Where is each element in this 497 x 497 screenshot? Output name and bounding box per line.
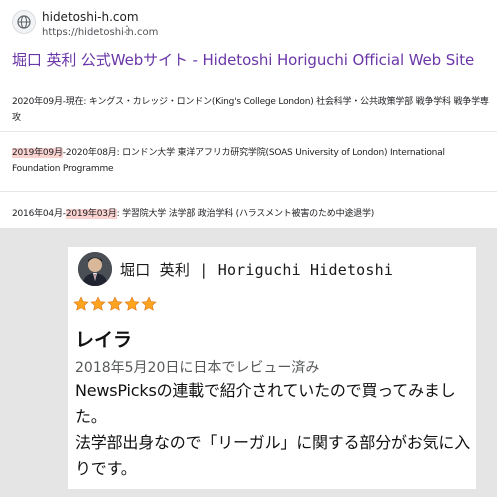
star-icon [90,296,106,311]
review-paragraph: 法学部出身なので「リーガル」に関する部分がお気に入りです。 [75,433,471,478]
snippet-text: : 学習院大学 法学部 政治学科 (ハラスメント被害のため中途退学) [116,209,375,219]
snippet-line-1: 2020年09月-現在: キングス・カレッジ・ロンドン(King's Colle… [12,94,490,126]
review-paragraph: NewsPicksの連載で紹介されていたので買ってみました。 [75,381,456,426]
snippet-line-3: 2016年04月-2019年03月: 学習院大学 法学部 政治学科 (ハラスメン… [12,206,490,222]
site-url[interactable]: https://hidetoshi-h.com [42,27,158,38]
star-rating [73,296,157,312]
globe-icon[interactable] [12,10,36,34]
person-icon [78,252,112,286]
avatar[interactable] [78,252,112,286]
review-body: NewsPicksの連載で紹介されていたので買ってみました。 法学部出身なので「… [75,378,475,482]
star-icon [124,296,140,311]
result-title-link[interactable]: 堀口 英利 公式Webサイト - Hidetoshi Horiguchi Off… [12,49,474,70]
star-icon [141,296,157,311]
snippet-text: 2016年04月- [12,209,66,219]
snippet-text: 2020年09月-現在: キングス・カレッジ・ロンドン(King's Colle… [12,97,489,123]
review-date: 2018年5月20日に日本でレビュー済み [75,360,320,376]
star-icon [107,296,123,311]
search-result-card: hidetoshi-h.com https://hidetoshi-h.com … [0,0,497,228]
site-name[interactable]: hidetoshi-h.com [42,10,139,24]
review-title[interactable]: レイラ [75,325,132,352]
snippet-text: -2020年08月: ロンドン大学 東洋アフリカ研究学院(SOAS Univer… [12,148,445,174]
reviewer-name[interactable]: 堀口 英利 | Horiguchi Hidetoshi [120,259,393,280]
review-card: 堀口 英利 | Horiguchi Hidetoshi レイラ 2018年5月2… [68,247,476,489]
divider [0,131,497,132]
star-icon [73,296,89,311]
divider [0,191,497,192]
snippet-line-2: 2019年09月-2020年08月: ロンドン大学 東洋アフリカ研究学院(SOA… [12,145,490,177]
snippet-highlight: 2019年03月 [65,209,117,219]
snippet-highlight: 2019年09月 [12,148,63,158]
more-vert-icon[interactable]: ⋮ [121,24,133,36]
globe-glyph [17,15,31,29]
